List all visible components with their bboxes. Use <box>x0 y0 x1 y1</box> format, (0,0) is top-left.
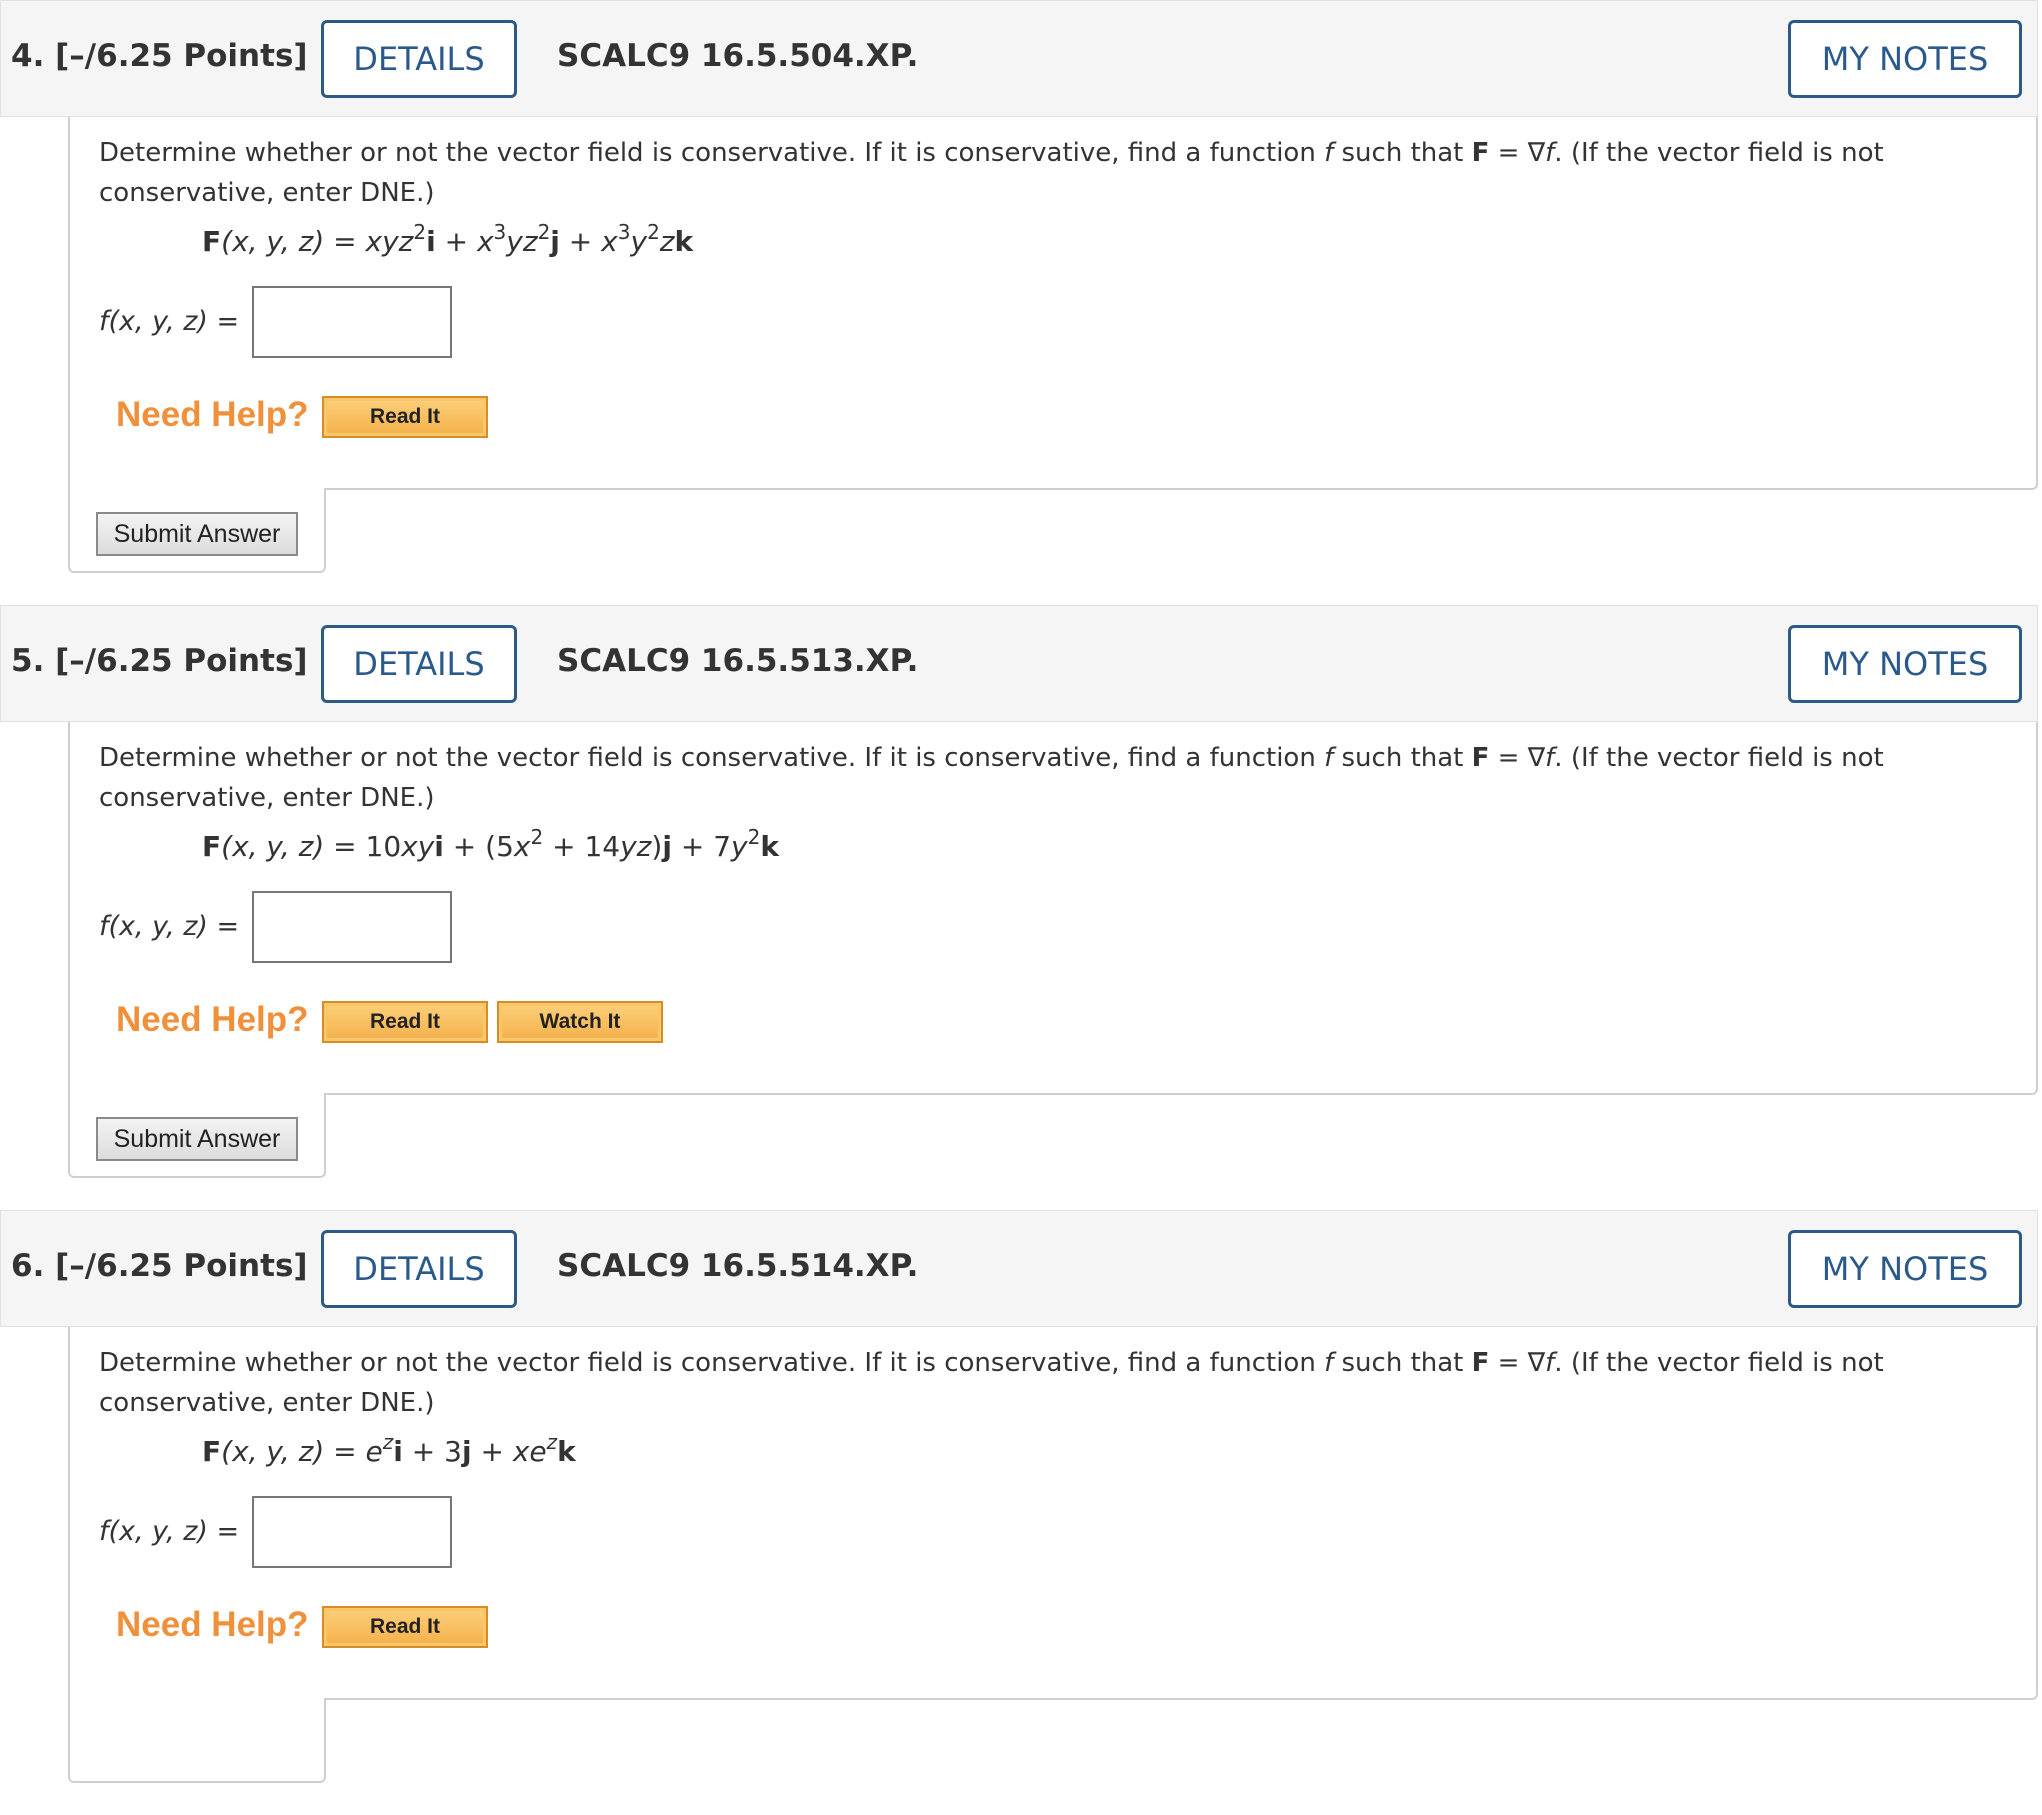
answer-label: f(x, y, z) = <box>99 1516 240 1547</box>
question-code: SCALC9 16.5.504.XP. <box>557 38 919 74</box>
question-prompt: Determine whether or not the vector fiel… <box>99 743 1884 813</box>
answer-label: f(x, y, z) = <box>99 911 240 942</box>
answer-input[interactable] <box>252 1496 452 1568</box>
question-points: 6. [–/6.25 Points] <box>11 1248 308 1284</box>
my-notes-button[interactable]: MY NOTES <box>1788 20 2022 98</box>
read-it-button[interactable]: Read It <box>322 396 488 438</box>
details-button[interactable]: DETAILS <box>321 625 517 703</box>
answer-input[interactable] <box>252 286 452 358</box>
vector-field-formula: F(x, y, z) = 10xyi + (5x2 + 14yz)j + 7y2… <box>202 825 779 863</box>
question-points: 4. [–/6.25 Points] <box>11 38 308 74</box>
answer-label: f(x, y, z) = <box>99 306 240 337</box>
submit-answer-button[interactable]: Submit Answer <box>96 512 298 556</box>
vector-field-formula: F(x, y, z) = xyz2i + x3yz2j + x3y2zk <box>202 220 694 258</box>
need-help-label: Need Help? <box>116 395 309 434</box>
question-footer <box>68 1698 326 1783</box>
read-it-button[interactable]: Read It <box>322 1001 488 1043</box>
question-prompt: Determine whether or not the vector fiel… <box>99 138 1884 208</box>
question-6: 6. [–/6.25 Points] DETAILS SCALC9 16.5.5… <box>0 1210 2042 1815</box>
question-code: SCALC9 16.5.513.XP. <box>557 643 919 679</box>
question-prompt: Determine whether or not the vector fiel… <box>99 1348 1884 1418</box>
question-4: 4. [–/6.25 Points] DETAILS SCALC9 16.5.5… <box>0 0 2042 605</box>
my-notes-button[interactable]: MY NOTES <box>1788 625 2022 703</box>
need-help-label: Need Help? <box>116 1605 309 1644</box>
watch-it-button[interactable]: Watch It <box>497 1001 663 1043</box>
question-5: 5. [–/6.25 Points] DETAILS SCALC9 16.5.5… <box>0 605 2042 1210</box>
read-it-button[interactable]: Read It <box>322 1606 488 1648</box>
answer-input[interactable] <box>252 891 452 963</box>
vector-field-formula: F(x, y, z) = ezi + 3j + xezk <box>202 1430 576 1468</box>
my-notes-button[interactable]: MY NOTES <box>1788 1230 2022 1308</box>
details-button[interactable]: DETAILS <box>321 20 517 98</box>
details-button[interactable]: DETAILS <box>321 1230 517 1308</box>
submit-answer-button[interactable]: Submit Answer <box>96 1117 298 1161</box>
question-points: 5. [–/6.25 Points] <box>11 643 308 679</box>
question-code: SCALC9 16.5.514.XP. <box>557 1248 919 1284</box>
need-help-label: Need Help? <box>116 1000 309 1039</box>
